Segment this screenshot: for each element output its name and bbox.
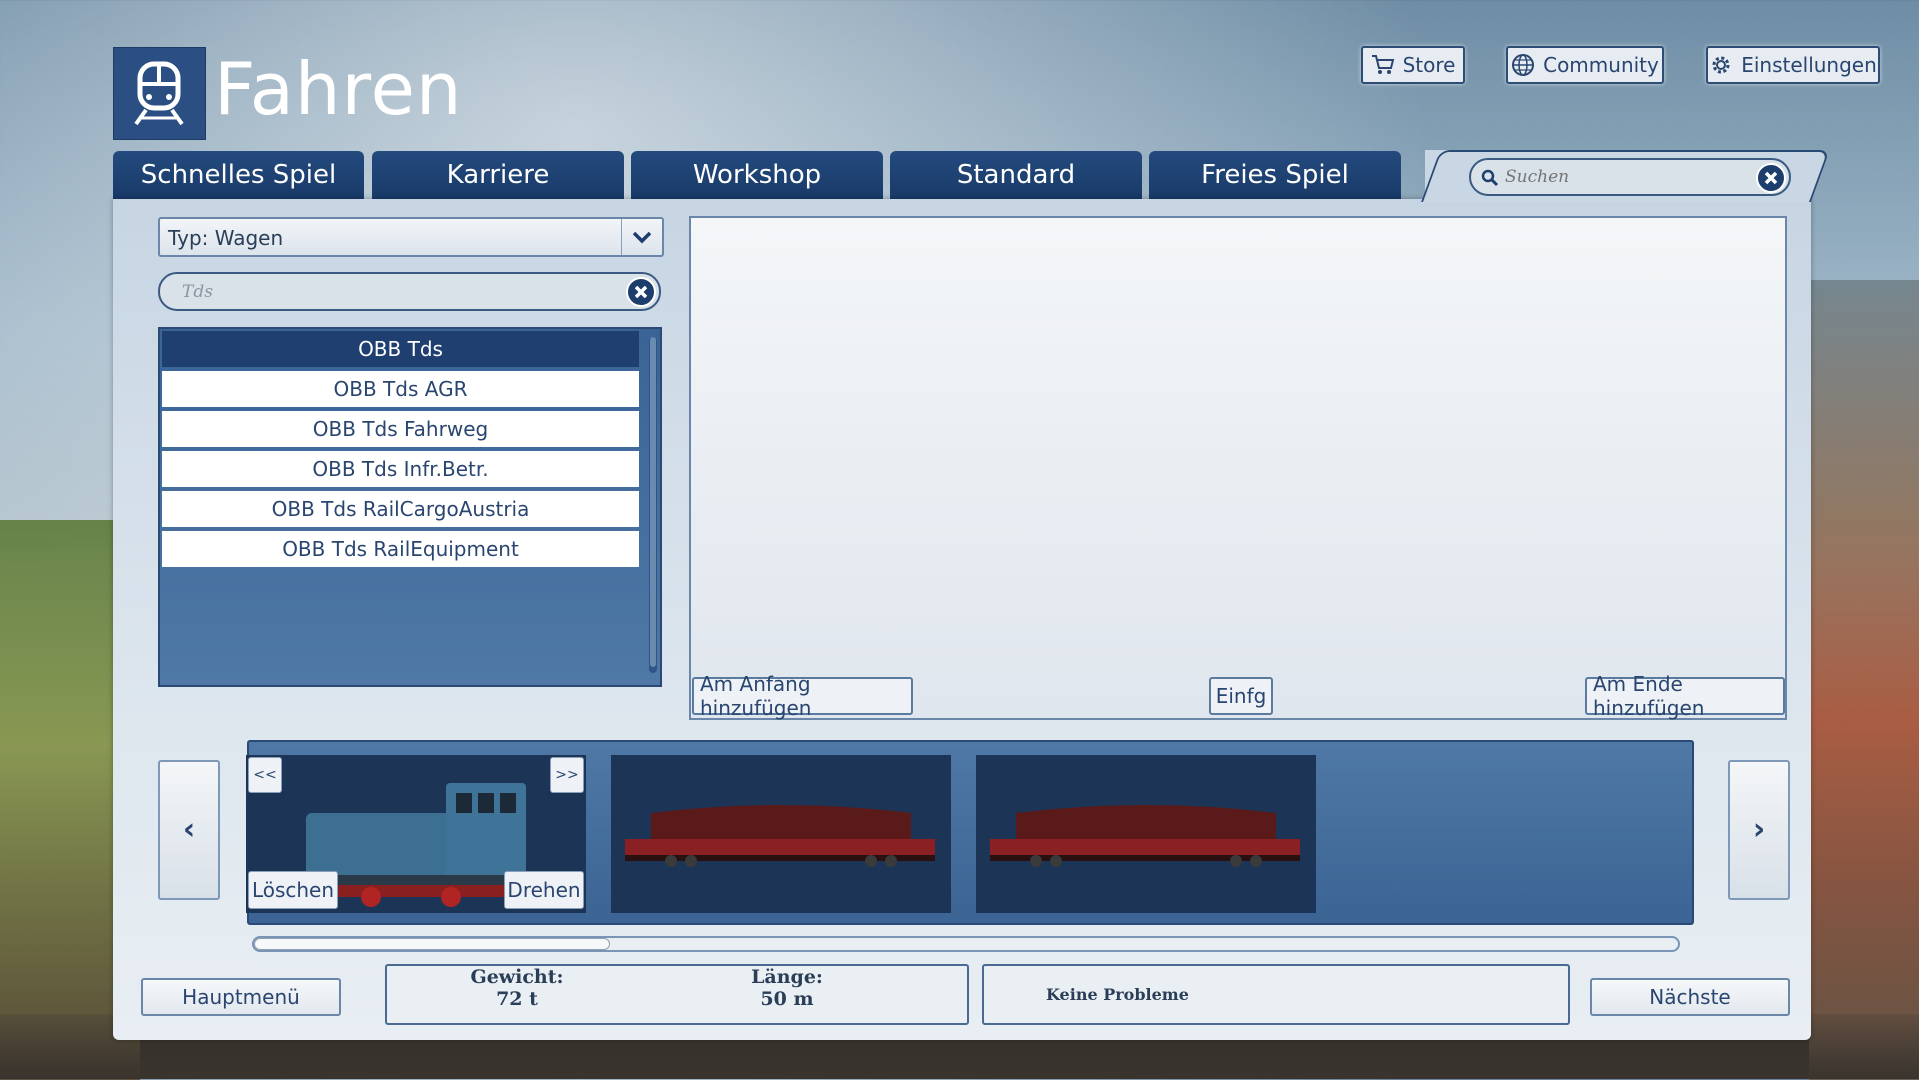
community-label: Community — [1543, 53, 1659, 77]
clear-search-button[interactable] — [1756, 163, 1786, 193]
move-right-button[interactable]: >> — [550, 757, 584, 793]
tab-freies-spiel[interactable]: Freies Spiel — [1149, 151, 1401, 199]
next-button[interactable]: Nächste — [1590, 978, 1790, 1016]
gear-icon — [1712, 56, 1730, 74]
wagon-image — [976, 755, 1316, 913]
insert-button[interactable]: Einfg — [1209, 677, 1273, 715]
search-field[interactable] — [1469, 158, 1791, 196]
filter-input[interactable] — [182, 274, 601, 309]
list-item[interactable]: OBB Tds Infr.Betr. — [162, 451, 639, 487]
cart-icon — [1371, 55, 1394, 74]
status-box: Keine Probleme — [982, 964, 1570, 1025]
list-scrollbar-thumb[interactable] — [650, 337, 656, 667]
consist-vehicle-wagon[interactable] — [976, 755, 1316, 913]
vehicle-list: OBB Tds OBB Tds AGR OBB Tds Fahrweg OBB … — [158, 327, 662, 687]
add-start-button[interactable]: Am Anfang hinzufügen — [692, 672, 913, 720]
consist-vehicle-wagon[interactable] — [611, 755, 951, 913]
close-icon — [1764, 171, 1778, 185]
store-label: Store — [1402, 53, 1456, 77]
search-icon — [1481, 169, 1499, 187]
tab-karriere[interactable]: Karriere — [372, 151, 624, 199]
community-button[interactable]: Community — [1506, 46, 1664, 84]
weight-value: 72 t — [496, 988, 538, 1010]
type-dropdown[interactable]: Typ: Wagen — [158, 217, 664, 257]
list-item[interactable]: OBB Tds — [162, 331, 639, 367]
filter-field[interactable] — [158, 272, 661, 311]
list-item[interactable]: OBB Tds RailCargoAustria — [162, 491, 639, 527]
status-text: Keine Probleme — [1046, 985, 1189, 1004]
rotate-button[interactable]: Drehen — [504, 871, 584, 909]
wagon-image — [611, 755, 951, 913]
scroll-left-button[interactable]: ‹ — [158, 760, 220, 900]
list-item[interactable]: OBB Tds RailEquipment — [162, 531, 639, 567]
train-logo-icon — [113, 47, 206, 140]
length-info: Länge: 50 m — [717, 966, 857, 1010]
move-left-button[interactable]: << — [248, 757, 282, 793]
length-value: 50 m — [760, 988, 814, 1010]
chevron-down-icon — [621, 219, 662, 255]
settings-label: Einstellungen — [1741, 53, 1877, 77]
length-label: Länge: — [751, 966, 823, 988]
tab-workshop[interactable]: Workshop — [631, 151, 883, 199]
consist-info-box: Gewicht: 72 t Länge: 50 m — [385, 964, 969, 1025]
type-dropdown-label: Typ: Wagen — [168, 226, 284, 250]
tab-standard[interactable]: Standard — [890, 151, 1142, 199]
main-menu-button[interactable]: Hauptmenü — [141, 978, 341, 1016]
clear-filter-button[interactable] — [626, 277, 656, 307]
list-item[interactable]: OBB Tds AGR — [162, 371, 639, 407]
delete-button[interactable]: Löschen — [248, 871, 338, 909]
weight-label: Gewicht: — [470, 966, 564, 988]
list-scrollbar[interactable] — [649, 337, 657, 673]
consist-vehicle-locomotive[interactable]: << >> Löschen Drehen — [246, 755, 586, 913]
chevron-right-icon: › — [1752, 812, 1766, 847]
background-scenery-right — [1809, 280, 1919, 1080]
search-input[interactable] — [1505, 160, 1743, 194]
list-item[interactable]: OBB Tds Fahrweg — [162, 411, 639, 447]
weight-info: Gewicht: 72 t — [447, 966, 587, 1010]
close-icon — [634, 285, 648, 299]
consist-scrollbar-thumb[interactable] — [254, 938, 610, 950]
tab-schnelles-spiel[interactable]: Schnelles Spiel — [113, 151, 364, 199]
page-title: Fahren — [214, 47, 463, 131]
vehicle-preview — [689, 216, 1787, 720]
globe-icon — [1512, 54, 1535, 76]
add-end-button[interactable]: Am Ende hinzufügen — [1585, 672, 1785, 720]
consist-scrollbar[interactable] — [252, 936, 1680, 952]
settings-button[interactable]: Einstellungen — [1706, 46, 1880, 84]
store-button[interactable]: Store — [1361, 46, 1465, 84]
chevron-left-icon: ‹ — [182, 812, 196, 847]
scroll-right-button[interactable]: › — [1728, 760, 1790, 900]
